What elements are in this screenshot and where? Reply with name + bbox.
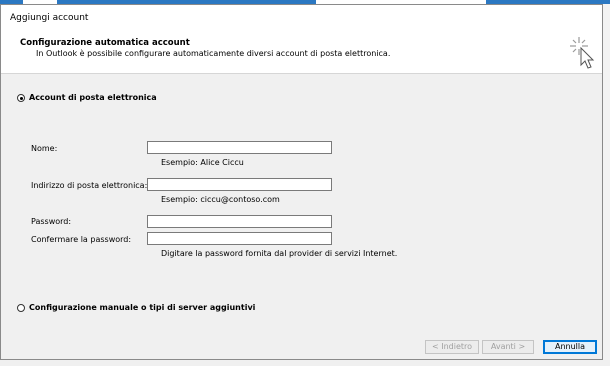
header-title: Configurazione automatica account: [20, 38, 190, 48]
manual-setup-radio[interactable]: [17, 304, 25, 312]
dialog-header: Configurazione automatica account In Out…: [1, 29, 602, 74]
next-button[interactable]: Avanti >: [482, 340, 534, 354]
back-button[interactable]: < Indietro: [425, 340, 479, 354]
password-label: Password:: [31, 217, 72, 226]
email-account-label[interactable]: Account di posta elettronica: [29, 93, 157, 102]
name-label: Nome:: [31, 144, 58, 153]
confirm-password-input[interactable]: [147, 232, 332, 245]
dialog-titlebar: Aggiungi account: [1, 5, 602, 29]
password-hint: Digitare la password fornita dal provide…: [161, 249, 398, 258]
cancel-button[interactable]: Annulla: [543, 340, 597, 354]
manual-setup-label[interactable]: Configurazione manuale o tipi di server …: [29, 303, 255, 312]
email-account-radio[interactable]: [17, 94, 25, 102]
dialog-title: Aggiungi account: [10, 13, 89, 23]
email-hint: Esempio: ciccu@contoso.com: [161, 195, 280, 204]
email-input[interactable]: [147, 178, 332, 191]
add-account-dialog: Aggiungi account Configurazione automati…: [0, 4, 603, 360]
header-subtitle: In Outlook è possibile configurare autom…: [36, 49, 391, 58]
confirm-password-label: Confermare la password:: [31, 235, 132, 244]
name-input[interactable]: [147, 141, 332, 154]
name-hint: Esempio: Alice Ciccu: [161, 158, 244, 167]
background-window-bottom: [0, 360, 610, 366]
background-window-edge: [603, 4, 610, 366]
magic-wand-cursor-icon: [570, 37, 595, 69]
password-input[interactable]: [147, 215, 332, 228]
email-label: Indirizzo di posta elettronica:: [31, 181, 148, 190]
